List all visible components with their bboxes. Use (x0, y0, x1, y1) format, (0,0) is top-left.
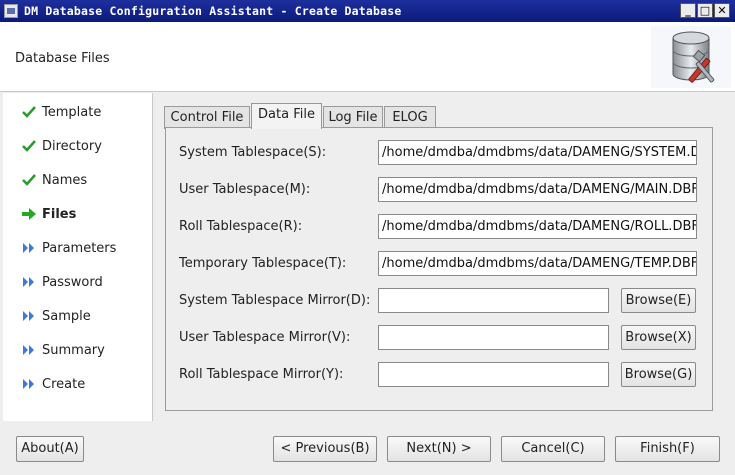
step-label: Names (42, 172, 88, 188)
step-password: Password (21, 272, 103, 292)
close-button[interactable]: ✕ (714, 3, 730, 18)
wizard-header: Database Files (0, 22, 735, 92)
tab-elog[interactable]: ELOG (384, 106, 436, 129)
browse-roll-mirror-button[interactable]: Browse(G) (621, 362, 696, 387)
window-title: DM Database Configuration Assistant - Cr… (24, 4, 402, 18)
page-title: Database Files (15, 51, 110, 66)
step-create: Create (21, 374, 85, 394)
system-tablespace-field[interactable]: /home/dmdba/dmdbms/data/DAMENG/SYSTEM.DB… (378, 140, 697, 165)
double-chevron-icon (23, 311, 34, 321)
double-chevron-icon (23, 345, 34, 355)
about-button[interactable]: About(A) (16, 436, 84, 462)
step-label: Files (42, 206, 77, 222)
previous-button[interactable]: < Previous(B) (273, 436, 377, 462)
cancel-button[interactable]: Cancel(C) (501, 436, 605, 462)
step-label: Parameters (42, 240, 117, 256)
tab-data-file[interactable]: Data File (251, 103, 322, 129)
step-label: Create (42, 376, 86, 392)
check-icon (22, 106, 36, 118)
step-summary: Summary (21, 340, 105, 360)
window-titlebar: DM Database Configuration Assistant - Cr… (0, 0, 735, 22)
step-label: Sample (42, 308, 91, 324)
user-tablespace-field[interactable]: /home/dmdba/dmdbms/data/DAMENG/MAIN.DBF (378, 177, 697, 202)
database-tools-icon (651, 26, 731, 88)
step-parameters: Parameters (21, 238, 116, 258)
system-tablespace-mirror-label: System Tablespace Mirror(D): (179, 293, 371, 308)
step-template: Template (21, 102, 101, 122)
temporary-tablespace-label: Temporary Tablespace(T): (179, 256, 347, 271)
step-label: Template (42, 104, 102, 120)
browse-user-mirror-button[interactable]: Browse(X) (621, 325, 696, 350)
double-chevron-icon (23, 277, 34, 287)
step-label: Password (42, 274, 103, 290)
maximize-button[interactable]: □ (697, 3, 713, 18)
roll-tablespace-label: Roll Tablespace(R): (179, 219, 303, 234)
step-files: Files (21, 204, 76, 224)
finish-button[interactable]: Finish(F) (615, 436, 720, 462)
check-icon (22, 174, 36, 186)
step-label: Summary (42, 342, 105, 358)
roll-tablespace-mirror-field[interactable] (378, 362, 609, 387)
wizard-steps-sidebar: Template Directory Names Files Parameter… (3, 93, 153, 421)
user-tablespace-mirror-field[interactable] (378, 325, 609, 350)
step-label: Directory (42, 138, 102, 154)
roll-tablespace-mirror-label: Roll Tablespace Mirror(Y): (179, 367, 344, 382)
step-directory: Directory (21, 136, 102, 156)
browse-system-mirror-button[interactable]: Browse(E) (621, 288, 696, 313)
user-tablespace-mirror-label: User Tablespace Mirror(V): (179, 330, 351, 345)
next-button[interactable]: Next(N) > (387, 436, 491, 462)
user-tablespace-label: User Tablespace(M): (179, 182, 311, 197)
tab-log-file[interactable]: Log File (323, 106, 383, 129)
minimize-button[interactable]: _ (680, 3, 696, 18)
step-names: Names (21, 170, 87, 190)
system-tablespace-label: System Tablespace(S): (179, 145, 327, 160)
arrow-right-icon (22, 208, 36, 220)
step-sample: Sample (21, 306, 91, 326)
double-chevron-icon (23, 243, 34, 253)
roll-tablespace-field[interactable]: /home/dmdba/dmdbms/data/DAMENG/ROLL.DBF (378, 214, 697, 239)
double-chevron-icon (23, 379, 34, 389)
temporary-tablespace-field[interactable]: /home/dmdba/dmdbms/data/DAMENG/TEMP.DBF (378, 251, 697, 276)
system-tablespace-mirror-field[interactable] (378, 288, 609, 313)
app-icon (4, 4, 18, 18)
tab-control-file[interactable]: Control File (164, 106, 250, 129)
check-icon (22, 140, 36, 152)
